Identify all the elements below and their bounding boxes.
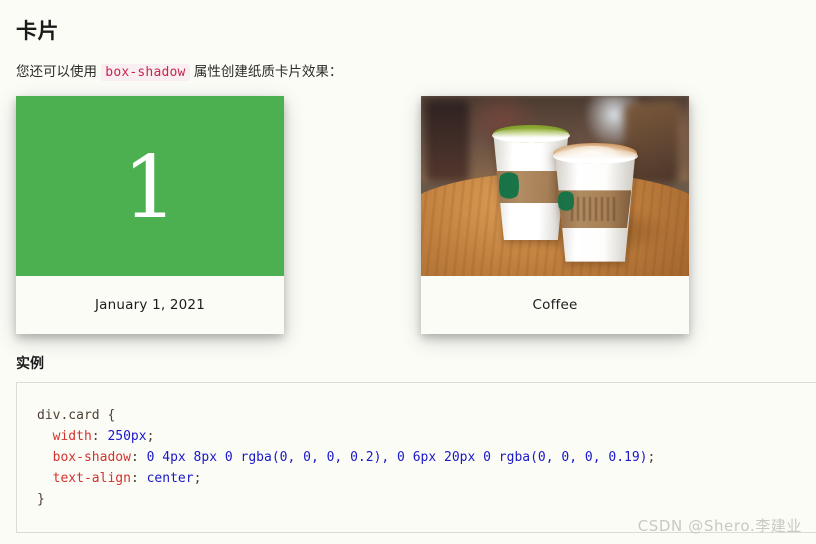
- intro-text-before: 您还可以使用: [16, 64, 102, 80]
- coffee-photo: [421, 96, 689, 276]
- inline-code-box-shadow: box-shadow: [101, 64, 190, 81]
- coffee-card-caption: Coffee: [421, 276, 689, 334]
- coffee-card[interactable]: Coffee: [421, 96, 689, 334]
- code-token-val: 250px: [107, 429, 147, 444]
- code-line: box-shadow: 0 4px 8px 0 rgba(0, 0, 0, 0.…: [37, 447, 816, 468]
- code-token-punc: :: [130, 450, 147, 465]
- latte-cup-rim: [552, 147, 638, 165]
- code-token-punc: ;: [146, 429, 155, 444]
- code-line: }: [37, 489, 816, 510]
- latte-sleeve-text: [571, 197, 620, 222]
- code-token-punc: :: [130, 471, 147, 486]
- code-token-punc: ;: [647, 450, 656, 465]
- example-heading: 实例: [16, 356, 44, 372]
- code-block[interactable]: div.card { width: 250px; box-shadow: 0 4…: [16, 382, 816, 533]
- intro-text-after: 属性创建纸质卡片效果：: [189, 64, 343, 80]
- page-root: 卡片 您还可以使用 box-shadow 属性创建纸质卡片效果： 1 Janua…: [0, 0, 816, 544]
- code-token-sel: }: [37, 492, 45, 507]
- intro-paragraph: 您还可以使用 box-shadow 属性创建纸质卡片效果：: [16, 62, 342, 83]
- watermark: CSDN @Shero.李建业: [637, 517, 802, 535]
- coffee-card-media: [421, 96, 689, 276]
- latte-cup-icon: [552, 142, 638, 262]
- code-line: text-align: center;: [37, 468, 816, 489]
- cards-row: 1 January 1, 2021 Coffee: [16, 96, 800, 334]
- date-card[interactable]: 1 January 1, 2021: [16, 96, 284, 334]
- photo-chair-left: [426, 99, 470, 183]
- date-card-caption: January 1, 2021: [16, 276, 284, 334]
- code-token-val: center: [146, 471, 194, 486]
- code-line: div.card {: [37, 405, 816, 426]
- code-line: width: 250px;: [37, 426, 816, 447]
- code-token-val: 0 4px 8px 0 rgba(0, 0, 0, 0.2), 0 6px 20…: [146, 450, 648, 465]
- code-token-punc: :: [91, 429, 108, 444]
- code-token-sel: div.card {: [37, 408, 116, 423]
- date-card-number: 1: [122, 138, 178, 238]
- date-card-media: 1: [16, 96, 284, 276]
- code-token-punc: [37, 471, 53, 486]
- starbucks-logo-icon: [499, 166, 519, 206]
- code-token-punc: [37, 429, 53, 444]
- code-token-punc: [37, 450, 53, 465]
- code-token-prop: text-align: [52, 471, 131, 486]
- code-token-prop: width: [52, 429, 92, 444]
- code-token-punc: ;: [193, 471, 202, 486]
- page-title: 卡片: [16, 19, 59, 43]
- code-token-prop: box-shadow: [52, 450, 131, 465]
